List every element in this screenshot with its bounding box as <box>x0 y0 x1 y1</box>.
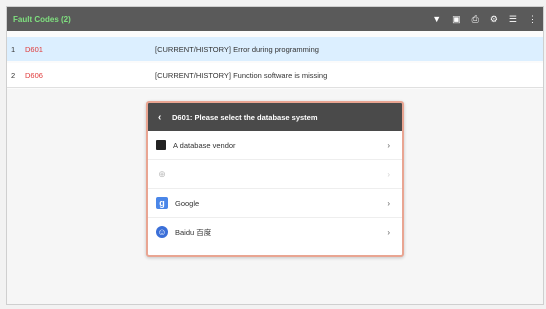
fault-code-row-1[interactable]: 1 D601 [CURRENT/HISTORY] Error during pr… <box>7 37 543 61</box>
chevron-right-icon: › <box>387 169 390 179</box>
option-baidu[interactable]: ☺ Baidu 百度 › <box>148 218 402 246</box>
google-icon: g <box>156 197 168 209</box>
option-database-vendor[interactable]: A database vendor › <box>148 131 402 160</box>
row-index: 1 <box>11 44 16 54</box>
database-select-dialog: ‹ D601: Please select the database syste… <box>146 101 404 257</box>
chevron-right-icon: › <box>387 140 390 150</box>
row-index: 2 <box>11 70 16 80</box>
option-label: A database vendor <box>173 140 236 150</box>
chevron-right-icon: › <box>387 198 390 208</box>
baidu-icon: ☺ <box>156 226 168 238</box>
menu-icon[interactable]: ☰ <box>509 14 517 24</box>
toolbar-icons: ▼ ▣ ⎙ ⚙ ☰ ⋮ <box>432 14 537 24</box>
screenshot-icon[interactable]: ▣ <box>452 14 461 24</box>
back-icon[interactable]: ‹ <box>158 112 172 123</box>
fault-code-row-2[interactable]: 2 D606 [CURRENT/HISTORY] Function softwa… <box>7 63 543 88</box>
chevron-right-icon: › <box>387 227 390 237</box>
page-title: Fault Codes (2) <box>13 14 71 24</box>
option-label: Google <box>175 198 200 208</box>
globe-icon: ⊕ <box>158 168 166 179</box>
dialog-title: D601: Please select the database system <box>172 112 318 122</box>
option-google[interactable]: g Google › <box>148 189 402 218</box>
fault-description: [CURRENT/HISTORY] Error during programmi… <box>155 44 319 54</box>
print-icon[interactable]: ⎙ <box>472 14 479 24</box>
top-bar: Fault Codes (2) ▼ ▣ ⎙ ⚙ ☰ ⋮ <box>7 7 543 31</box>
fault-description: [CURRENT/HISTORY] Function software is m… <box>155 70 328 80</box>
option-label: Baidu 百度 <box>175 227 212 237</box>
more-icon[interactable]: ⋮ <box>528 14 537 24</box>
book-icon <box>156 140 166 150</box>
settings-icon[interactable]: ⚙ <box>490 14 498 24</box>
fault-code: D601 <box>25 44 43 54</box>
wifi-icon[interactable]: ▼ <box>432 14 441 24</box>
fault-code: D606 <box>25 70 43 80</box>
option-disabled: ⊕ › <box>148 160 402 189</box>
dialog-header: ‹ D601: Please select the database syste… <box>148 103 402 131</box>
